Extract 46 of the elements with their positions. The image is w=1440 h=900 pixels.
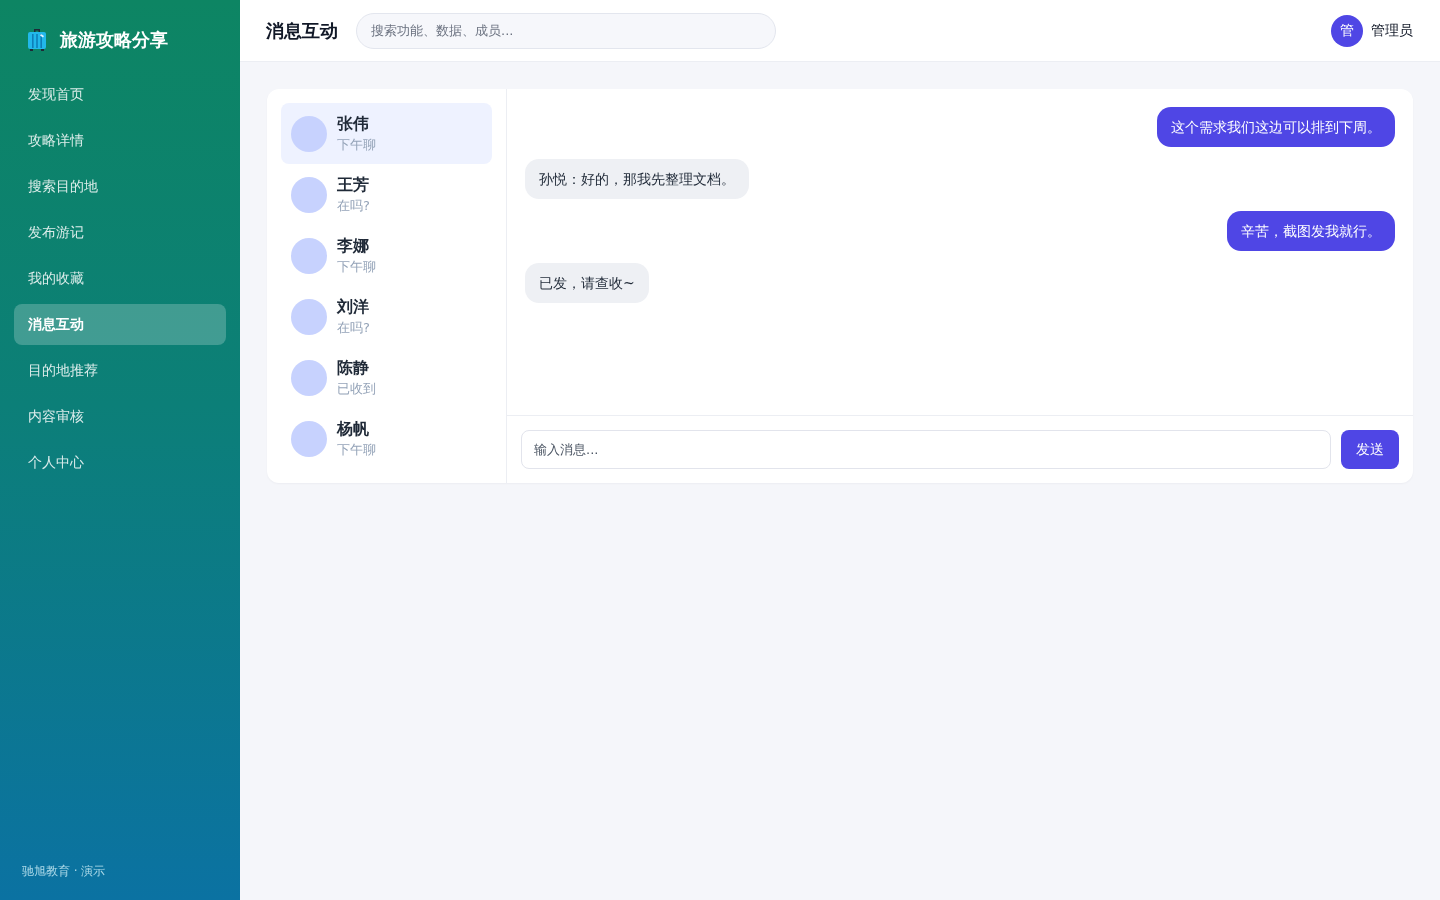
message-preview: 在吗? <box>337 319 370 337</box>
sidebar-footer: 驰旭教育 · 演示 <box>14 863 114 900</box>
contact-item[interactable]: 李娜 下午聊 <box>281 225 492 286</box>
message-preview: 在吗? <box>337 197 370 215</box>
contact-item[interactable]: 张伟 下午聊 <box>281 103 492 164</box>
nav-item[interactable]: 发现首页 <box>14 74 226 115</box>
nav-item[interactable]: 内容审核 <box>14 396 226 437</box>
message-preview: 已收到 <box>337 380 376 398</box>
send-button[interactable]: 发送 <box>1341 430 1399 469</box>
avatar-icon <box>291 298 327 335</box>
contact-item[interactable]: 杨帆 下午聊 <box>281 408 492 469</box>
user-avatar[interactable]: 管 <box>1331 14 1363 47</box>
message-input[interactable]: 输入消息... <box>521 430 1331 469</box>
contact-name: 刘洋 <box>337 296 370 318</box>
nav-item[interactable]: 搜索目的地 <box>14 166 226 207</box>
contact-name: 张伟 <box>337 113 370 135</box>
contact-name: 杨帆 <box>337 418 370 440</box>
sent-message: 这个需求我们这边可以排到下周。 <box>1157 107 1395 147</box>
nav-item[interactable]: 目的地推荐 <box>14 350 226 391</box>
nav-item[interactable]: 消息互动 <box>14 304 226 345</box>
contact-item[interactable]: 刘洋 在吗? <box>281 286 492 347</box>
contact-name: 王芳 <box>337 174 370 196</box>
avatar-icon <box>291 176 327 213</box>
search-field[interactable]: 搜索功能、数据、成员... <box>356 12 776 49</box>
contact-item[interactable]: 陈静 已收到 <box>281 347 492 408</box>
sent-message: 辛苦，截图发我就行。 <box>1227 211 1395 251</box>
nav-item[interactable]: 发布游记 <box>14 212 226 253</box>
contact-item[interactable]: 王芳 在吗? <box>281 164 492 225</box>
received-message: 已发，请查收~ <box>525 263 649 303</box>
contact-name: 陈静 <box>337 357 370 379</box>
brand-title: 旅游攻略分享 <box>60 28 168 52</box>
user-name: 管理员 <box>1371 21 1413 40</box>
suitcase-icon <box>28 29 46 51</box>
avatar-icon <box>291 115 327 152</box>
message-preview: 下午聊 <box>337 136 376 154</box>
message-preview: 下午聊 <box>337 258 376 276</box>
nav-item[interactable]: 攻略详情 <box>14 120 226 161</box>
nav-item[interactable]: 个人中心 <box>14 442 226 483</box>
avatar-icon <box>291 237 327 274</box>
avatar-icon <box>291 420 327 457</box>
nav-item[interactable]: 我的收藏 <box>14 258 226 299</box>
contact-name: 李娜 <box>337 235 370 257</box>
page-title: 消息互动 <box>266 18 338 43</box>
avatar-icon <box>291 359 327 396</box>
message-preview: 下午聊 <box>337 441 376 459</box>
received-message: 孙悦：好的，那我先整理文档。 <box>525 159 749 199</box>
